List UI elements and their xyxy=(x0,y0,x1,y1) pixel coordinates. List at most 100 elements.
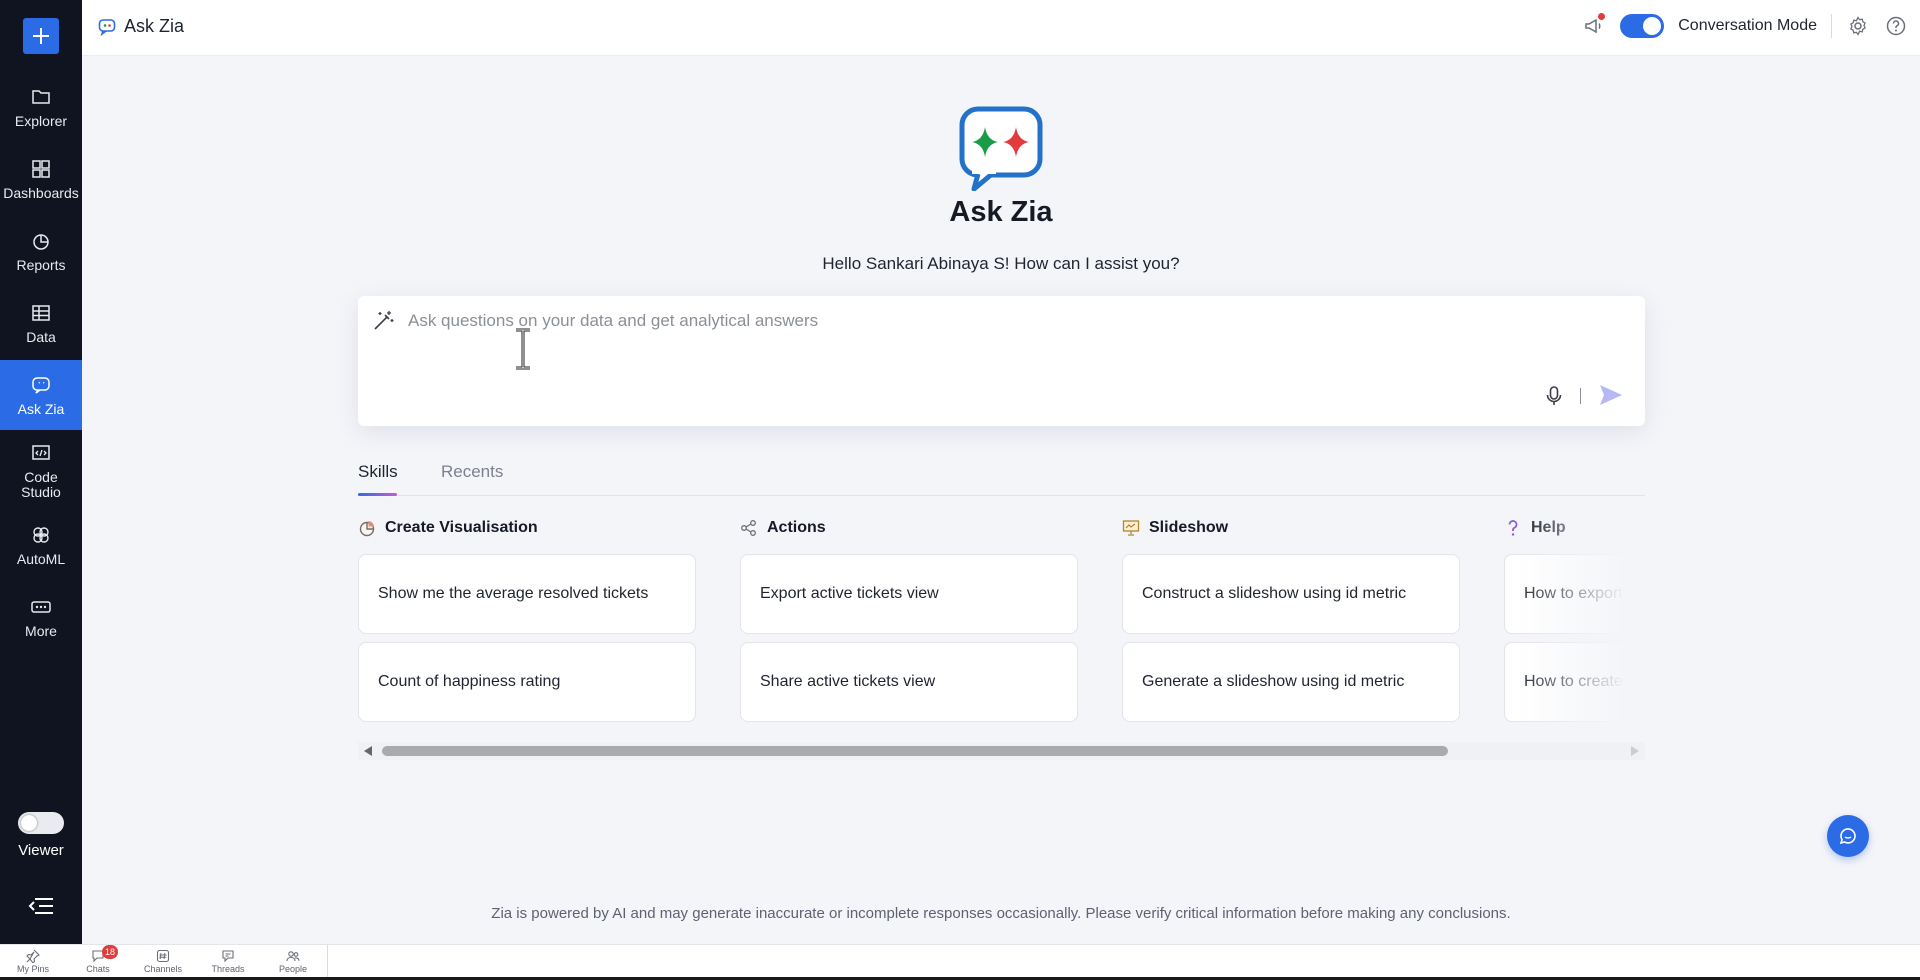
sidebar-item-code-studio[interactable]: Code Studio xyxy=(0,432,82,510)
left-sidebar: Explorer Dashboards Reports Data Ask Zia… xyxy=(0,0,82,944)
table-icon xyxy=(32,304,50,321)
bottom-item-label: My Pins xyxy=(16,964,49,974)
magic-wand-icon xyxy=(374,311,394,330)
skill-suggestion-card[interactable]: Export active tickets view xyxy=(740,554,1078,634)
pie-chart-icon xyxy=(33,233,49,250)
header-actions: Conversation Mode xyxy=(1582,13,1908,38)
presentation-icon xyxy=(1122,520,1140,536)
skill-heading: Create Visualisation xyxy=(358,510,696,546)
sidebar-item-reports[interactable]: Reports xyxy=(0,216,82,286)
skills-recents-tabs: Skills Recents xyxy=(358,458,1645,496)
dashboard-grid-icon xyxy=(32,159,50,178)
zia-chat-icon xyxy=(32,376,50,394)
sidebar-item-label: Dashboards xyxy=(3,184,79,201)
settings-button[interactable] xyxy=(1846,14,1870,38)
bottom-item-channels[interactable]: Channels xyxy=(133,949,193,974)
skill-heading: Actions xyxy=(740,510,1078,546)
conversation-mode-label: Conversation Mode xyxy=(1678,17,1817,34)
people-icon xyxy=(286,951,300,962)
ask-question-input[interactable] xyxy=(408,308,1508,334)
create-new-button[interactable] xyxy=(23,18,59,54)
header-title: Ask Zia xyxy=(124,16,185,36)
skills-carousel: Create Visualisation Show me the average… xyxy=(358,510,1645,770)
scroll-right-arrow-icon[interactable] xyxy=(1631,746,1639,756)
bottom-item-chats[interactable]: Chats 18 xyxy=(68,945,128,974)
sidebar-item-explorer[interactable]: Explorer xyxy=(0,72,82,142)
skill-heading-label: Help xyxy=(1531,519,1566,536)
announcements-button[interactable] xyxy=(1582,13,1606,38)
help-button[interactable] xyxy=(1884,14,1908,38)
page-title: Ask Zia xyxy=(98,16,184,37)
skill-suggestion-card[interactable]: Generate a slideshow using id metric xyxy=(1122,642,1460,722)
code-icon xyxy=(32,445,50,460)
microphone-icon[interactable] xyxy=(1544,385,1564,407)
feedback-chat-button[interactable] xyxy=(1827,815,1869,857)
hash-icon xyxy=(156,949,170,963)
skill-suggestion-card[interactable]: How to create a r xyxy=(1504,642,1645,722)
scrollbar-thumb[interactable] xyxy=(382,746,1448,756)
skill-column-slideshow: Slideshow Construct a slideshow using id… xyxy=(1122,510,1460,722)
send-icon[interactable] xyxy=(1598,382,1624,408)
viewer-label: Viewer xyxy=(18,842,64,859)
bottom-item-label: People xyxy=(278,964,308,974)
sidebar-item-label: Ask Zia xyxy=(17,400,65,417)
gear-icon xyxy=(1850,16,1866,36)
bottom-item-label: Chats xyxy=(86,964,110,974)
skill-suggestion-card[interactable]: Show me the average resolved tickets xyxy=(358,554,696,634)
viewer-toggle[interactable] xyxy=(18,812,64,834)
tab-recents[interactable]: Recents xyxy=(441,462,503,482)
top-header: Ask Zia Conversation Mode xyxy=(82,0,1920,56)
divider xyxy=(1831,14,1832,38)
bottom-bar: My Pins Chats 18 Channels Threads People xyxy=(0,944,1920,980)
skill-suggestion-card[interactable]: Share active tickets view xyxy=(740,642,1078,722)
skill-heading-label: Actions xyxy=(767,519,826,536)
zia-icon xyxy=(98,18,116,36)
pin-icon xyxy=(26,949,40,963)
plus-icon xyxy=(33,28,49,44)
text-cursor-icon xyxy=(516,328,530,370)
ask-zia-logo xyxy=(959,106,1043,191)
bottom-item-threads[interactable]: Threads xyxy=(198,949,258,974)
conversation-mode-toggle[interactable] xyxy=(1620,14,1665,38)
sidebar-item-label: Data xyxy=(26,328,56,345)
skill-suggestion-card[interactable]: Count of happiness rating xyxy=(358,642,696,722)
divider xyxy=(1580,388,1581,404)
bottom-item-label: Channels xyxy=(143,964,183,974)
skill-suggestion-card[interactable]: How to export m xyxy=(1504,554,1645,634)
skill-column-create-visualisation: Create Visualisation Show me the average… xyxy=(358,510,696,722)
sidebar-item-dashboards[interactable]: Dashboards xyxy=(0,144,82,214)
horizontal-scrollbar[interactable] xyxy=(358,742,1645,760)
skill-heading: Help xyxy=(1504,510,1645,546)
bottom-item-my-pins[interactable]: My Pins xyxy=(3,949,63,974)
sidebar-item-label: More xyxy=(25,622,57,639)
sidebar-item-data[interactable]: Data xyxy=(0,288,82,358)
greeting-text: Hello Sankari Abinaya S! How can I assis… xyxy=(822,254,1180,273)
share-nodes-icon xyxy=(741,520,756,536)
sidebar-item-automl[interactable]: AutoML xyxy=(0,510,82,580)
skill-suggestion-card[interactable]: Construct a slideshow using id metric xyxy=(1122,554,1460,634)
sidebar-item-label: Code Studio xyxy=(21,469,61,500)
scroll-left-arrow-icon[interactable] xyxy=(364,746,372,756)
unread-badge: 18 xyxy=(102,945,119,959)
sidebar-item-label: AutoML xyxy=(16,550,66,567)
sidebar-item-ask-zia[interactable]: Ask Zia xyxy=(0,360,82,430)
skill-column-help: Help How to export m How to create a r xyxy=(1504,510,1645,722)
ask-input-box[interactable] xyxy=(358,296,1645,426)
bottom-item-people[interactable]: People xyxy=(263,949,323,974)
hero-title: Ask Zia xyxy=(949,196,1053,228)
skill-heading-label: Slideshow xyxy=(1149,519,1229,536)
folder-icon xyxy=(32,89,50,104)
tab-skills[interactable]: Skills xyxy=(358,462,398,482)
skill-heading: Slideshow xyxy=(1122,510,1460,546)
active-tab-indicator xyxy=(358,493,397,496)
ai-disclaimer: Zia is powered by AI and may generate in… xyxy=(491,905,1511,922)
sidebar-item-more[interactable]: More xyxy=(0,582,82,652)
collapse-sidebar-icon[interactable] xyxy=(27,896,55,916)
more-dots-icon xyxy=(31,600,51,613)
question-circle-icon xyxy=(1886,16,1906,36)
pie-chart-icon xyxy=(359,521,375,537)
sidebar-item-label: Explorer xyxy=(14,112,68,129)
question-mark-icon xyxy=(1508,520,1518,536)
carousel-fade-overlay xyxy=(1515,510,1645,770)
sidebar-item-label: Reports xyxy=(16,256,66,273)
